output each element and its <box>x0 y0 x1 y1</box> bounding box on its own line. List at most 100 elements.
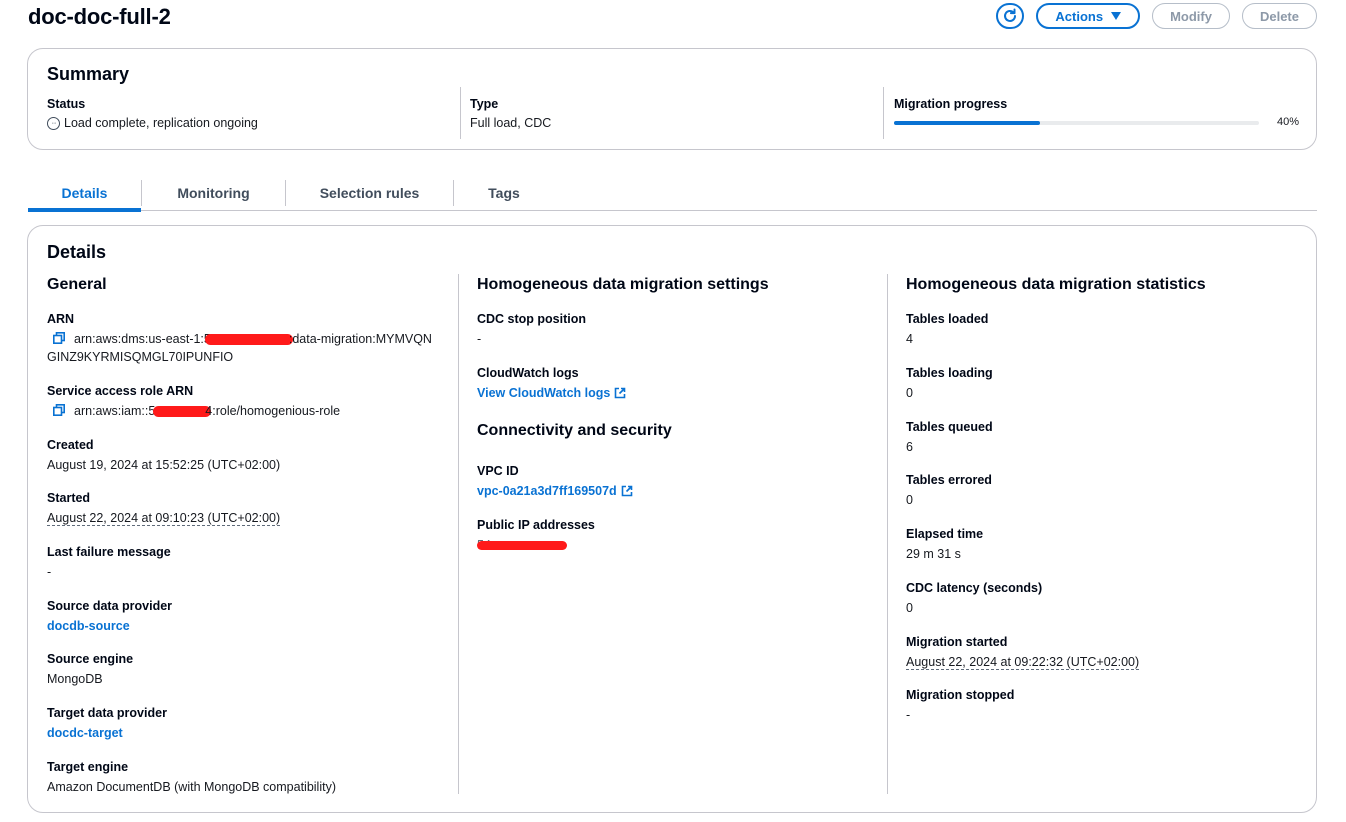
vpc-id-field: VPC ID vpc-0a21a3d7ff169507d <box>477 464 877 501</box>
cloudwatch-field: CloudWatch logs View CloudWatch logs <box>477 366 877 403</box>
general-heading: General <box>47 276 107 293</box>
redaction-mark <box>477 541 567 550</box>
arn-field: ARN arn:aws:dms:us-east-1:5 :data-migrati… <box>47 312 457 366</box>
elapsed-time-value: 29 m 31 s <box>906 547 961 561</box>
connectivity-heading: Connectivity and security <box>477 422 672 439</box>
status-value: ··· Load complete, replication ongoing <box>47 116 457 130</box>
vpc-id-link[interactable]: vpc-0a21a3d7ff169507d <box>477 484 617 498</box>
summary-progress: Migration progress <box>894 97 1299 141</box>
refresh-button[interactable] <box>996 3 1025 29</box>
modify-label: Modify <box>1170 8 1212 24</box>
migration-stopped-field: Migration stopped - <box>906 688 1014 725</box>
tab-selection-rules[interactable]: Selection rules <box>286 176 453 210</box>
migration-stopped-label: Migration stopped <box>906 688 1015 702</box>
external-link-icon[interactable] <box>614 387 626 399</box>
migration-started-label: Migration started <box>906 635 1008 649</box>
elapsed-time-label: Elapsed time <box>906 527 984 541</box>
progress-track <box>894 121 1259 125</box>
refresh-icon <box>1004 8 1017 22</box>
started-value-wrap: August 22, 2024 at 09:10:23 (UTC+02:00) <box>47 510 457 528</box>
source-engine-label: Source engine <box>47 652 134 666</box>
cdc-stop-label: CDC stop position <box>477 312 587 326</box>
redaction-mark <box>204 334 293 346</box>
arn-value-prefix: arn:aws:dms:us-east-1:5 <box>74 332 211 346</box>
copy-icon[interactable] <box>53 332 65 344</box>
tables-errored-label: Tables errored <box>906 473 992 487</box>
service-role-prefix: arn:aws:iam::5 <box>74 404 156 418</box>
migration-stopped-value: - <box>906 708 911 722</box>
vpc-id-value: vpc-0a21a3d7ff169507d <box>477 483 877 501</box>
details-title: Details <box>47 242 107 262</box>
arn-value-suffix: :data-migration:MYMVQN <box>288 332 432 346</box>
started-field: Started August 22, 2024 at 09:10:23 (UTC… <box>47 491 457 528</box>
vpc-id-label: VPC ID <box>477 464 519 478</box>
tab-monitoring[interactable]: Monitoring <box>142 176 285 210</box>
cdc-stop-field: CDC stop position - <box>477 312 877 349</box>
cdc-latency-label: CDC latency (seconds) <box>906 581 1043 595</box>
progress-fill <box>894 121 1040 125</box>
tab-bar: Details Monitoring Selection rules Tags <box>28 176 1317 212</box>
migration-started-value-wrap: August 22, 2024 at 09:22:32 (UTC+02:00) <box>906 654 1140 672</box>
delete-button[interactable]: Delete <box>1241 3 1317 29</box>
modify-button[interactable]: Modify <box>1152 3 1230 29</box>
column-divider <box>458 274 459 794</box>
tables-queued-field: Tables queued 6 <box>906 420 993 457</box>
status-in-progress-icon: ··· <box>47 116 60 130</box>
copy-icon[interactable] <box>53 404 65 416</box>
migration-started-field: Migration started August 22, 2024 at 09:… <box>906 635 1140 672</box>
arn-value: arn:aws:dms:us-east-1:5 :data-migration:M… <box>47 331 457 366</box>
external-link-icon[interactable] <box>621 485 633 497</box>
tables-errored-field: Tables errored 0 <box>906 473 992 510</box>
source-provider-label: Source data provider <box>47 599 173 613</box>
status-label: Status <box>47 97 86 111</box>
cloudwatch-link[interactable]: View CloudWatch logs <box>477 386 610 400</box>
cloudwatch-value: View CloudWatch logs <box>477 385 877 403</box>
started-label: Started <box>47 491 91 505</box>
summary-title: Summary <box>47 64 130 84</box>
settings-heading: Homogeneous data migration settings <box>477 276 769 293</box>
public-ip-field: Public IP addresses 54 <box>477 518 877 555</box>
summary-divider <box>883 87 884 139</box>
cdc-latency-field: CDC latency (seconds) 0 <box>906 581 1042 618</box>
settings-column: Homogeneous data migration settings <box>477 276 877 294</box>
general-column: General <box>47 276 457 294</box>
summary-status: Status ··· Load complete, replication on… <box>47 97 457 141</box>
service-role-suffix: 4:role/homogenious-role <box>205 404 341 418</box>
actions-label: Actions <box>1055 8 1104 24</box>
cloudwatch-label: CloudWatch logs <box>477 366 579 380</box>
tab-details[interactable]: Details <box>28 176 141 212</box>
migration-started-value[interactable]: August 22, 2024 at 09:22:32 (UTC+02:00) <box>906 655 1140 670</box>
arn-label: ARN <box>47 312 75 326</box>
progress-percent: 40% <box>1276 116 1299 128</box>
started-value[interactable]: August 22, 2024 at 09:10:23 (UTC+02:00) <box>47 511 281 526</box>
tab-tags[interactable]: Tags <box>454 176 554 210</box>
target-engine-label: Target engine <box>47 760 129 774</box>
source-engine-field: Source engine MongoDB <box>47 652 457 689</box>
delete-label: Delete <box>1259 8 1299 24</box>
tables-queued-label: Tables queued <box>906 420 993 434</box>
cdc-latency-value: 0 <box>906 601 913 615</box>
service-role-label: Service access role ARN <box>47 384 194 398</box>
summary-container: Summary Status ··· Load complete, replic… <box>27 48 1317 150</box>
details-container: Details General ARN arn:aws:dms:us-east-… <box>27 225 1317 813</box>
cdc-stop-value: - <box>477 332 482 346</box>
actions-dropdown-button[interactable]: Actions <box>1036 3 1141 29</box>
target-provider-field: Target data provider docdc-target <box>47 706 457 743</box>
source-engine-value: MongoDB <box>47 672 103 686</box>
status-text: Load complete, replication ongoing <box>64 116 258 130</box>
tables-loaded-label: Tables loaded <box>906 312 989 326</box>
source-provider-link[interactable]: docdb-source <box>47 619 130 633</box>
page-title: doc-doc-full-2 <box>28 4 171 29</box>
service-role-value: arn:aws:iam::5 4:role/homogenious-role <box>47 403 457 421</box>
last-failure-label: Last failure message <box>47 545 171 559</box>
public-ip-label: Public IP addresses <box>477 518 595 532</box>
summary-divider <box>460 87 461 139</box>
statistics-column: Homogeneous data migration statistics <box>906 276 1306 294</box>
created-label: Created <box>47 438 94 452</box>
target-provider-link[interactable]: docdc-target <box>47 726 123 740</box>
tables-loaded-value: 4 <box>906 332 913 346</box>
target-engine-field: Target engine Amazon DocumentDB (with Mo… <box>47 760 457 797</box>
progress-label: Migration progress <box>894 97 1008 111</box>
header-actions: Actions Modify Delete <box>996 3 1317 29</box>
target-provider-label: Target data provider <box>47 706 167 720</box>
